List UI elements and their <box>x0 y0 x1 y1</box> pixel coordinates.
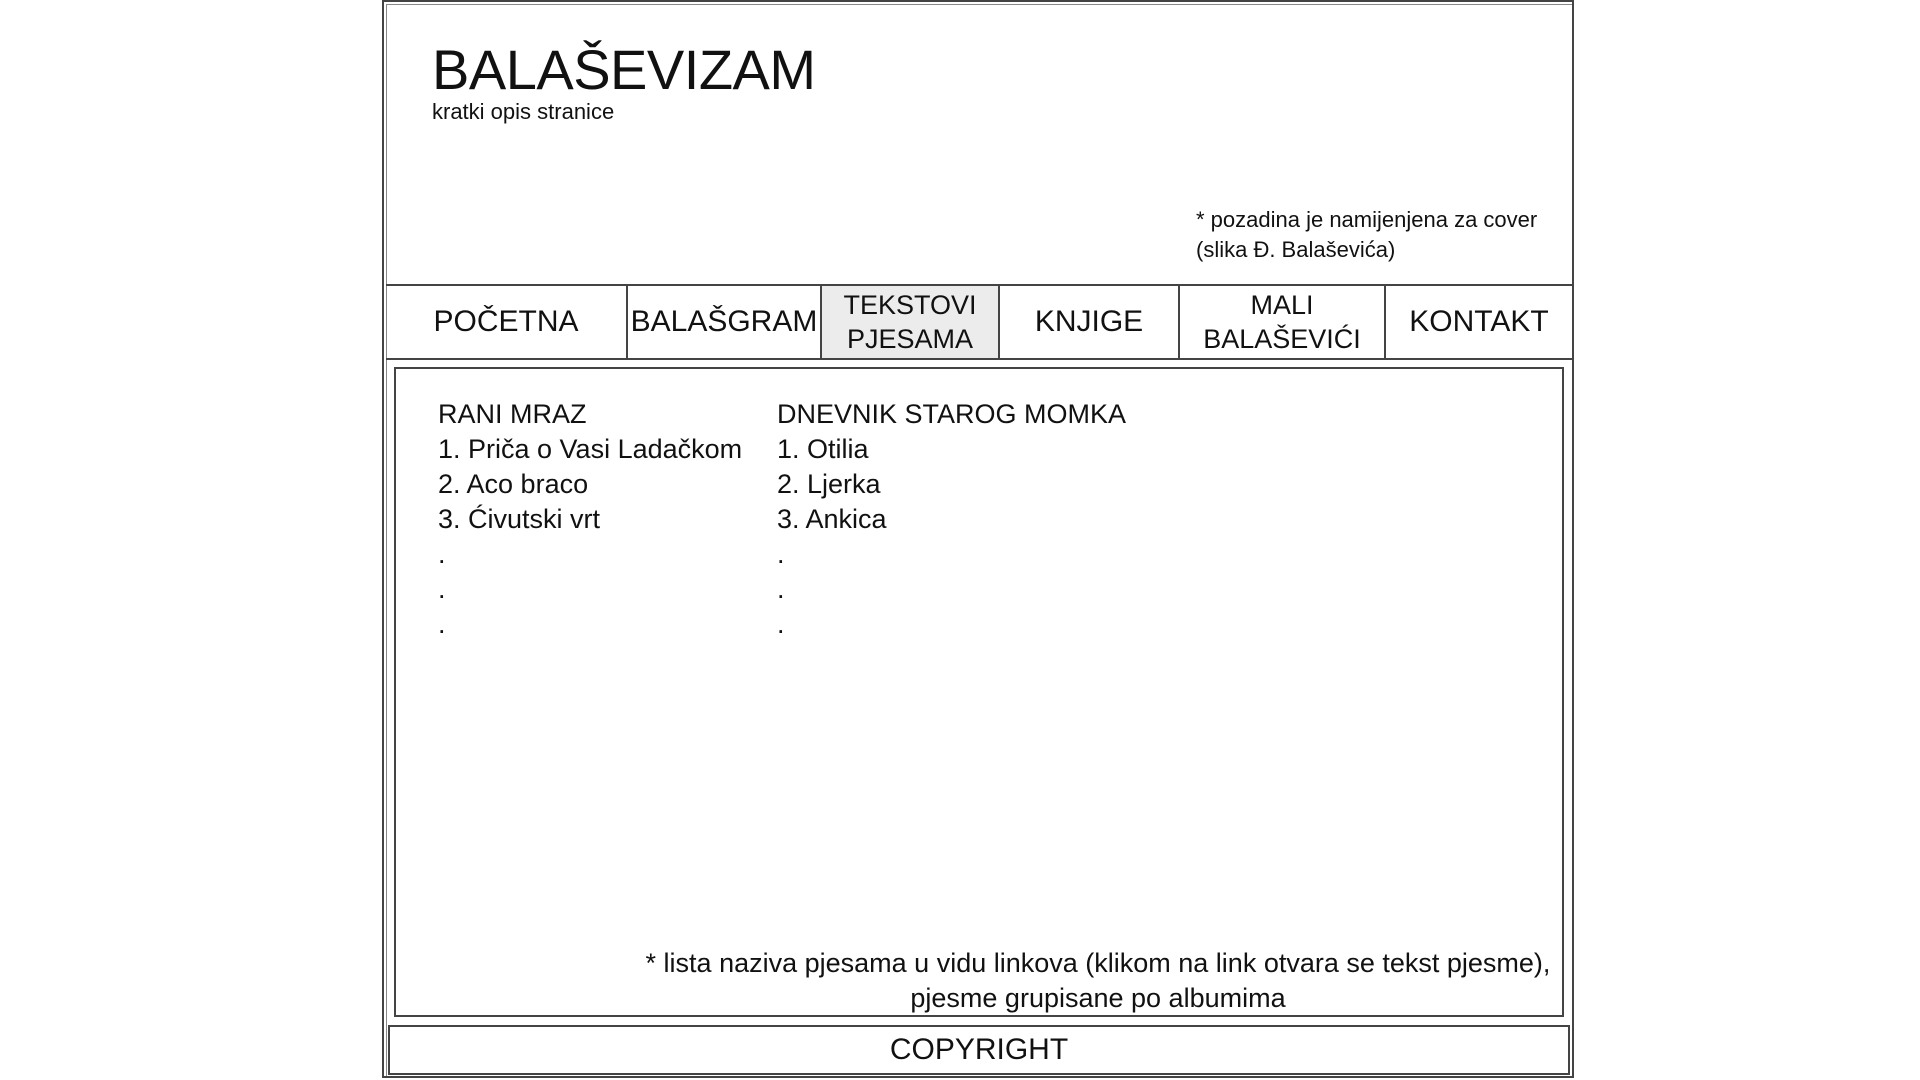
ellipsis-dot: . <box>777 539 785 569</box>
header-cover: BALAŠEVIZAM kratki opis stranice * pozad… <box>384 2 1572 284</box>
album-title: DNEVNIK STAROG MOMKA <box>777 399 1127 429</box>
song-list-note: * lista naziva pjesama u vidu linkova (k… <box>638 946 1558 1016</box>
song-list-note-line: pjesme grupisane po albumima <box>910 983 1286 1013</box>
album-group: RANI MRAZ 1. Priča o Vasi Ladačkom 2. Ac… <box>438 397 742 642</box>
ellipsis-dot: . <box>777 574 785 604</box>
album-group: DNEVNIK STAROG MOMKA 1. Otilia 2. Ljerka… <box>777 397 1126 642</box>
cover-note-line: (slika Đ. Balaševića) <box>1196 237 1396 262</box>
nav-item-label: POČETNA <box>433 305 579 338</box>
song-list-panel: RANI MRAZ 1. Priča o Vasi Ladačkom 2. Ac… <box>394 367 1564 1017</box>
nav-item-pocetna[interactable]: POČETNA <box>386 286 628 358</box>
song-link[interactable]: 1. Otilia <box>777 432 1126 467</box>
song-list-note-line: * lista naziva pjesama u vidu linkova (k… <box>645 948 1551 978</box>
song-link[interactable]: 1. Priča o Vasi Ladačkom <box>438 432 742 467</box>
ellipsis-dot: . <box>438 609 446 639</box>
copyright-text: COPYRIGHT <box>889 1033 1069 1066</box>
nav-item-label: KONTAKT <box>1409 305 1549 338</box>
cover-note: * pozadina je namijenjena za cover (slik… <box>1196 205 1537 265</box>
site-description: kratki opis stranice <box>432 99 615 124</box>
song-link[interactable]: 3. Ankica <box>777 502 1126 537</box>
nav-item-balasgram[interactable]: BALAŠGRAM <box>628 286 822 358</box>
page-frame: BALAŠEVIZAM kratki opis stranice * pozad… <box>382 0 1574 1078</box>
nav-item-mali-balasevici[interactable]: MALI BALAŠEVIĆI <box>1180 286 1386 358</box>
footer: COPYRIGHT <box>388 1025 1570 1075</box>
cover-note-line: * pozadina je namijenjena za cover <box>1196 207 1538 232</box>
song-link[interactable]: 3. Ćivutski vrt <box>438 502 742 537</box>
nav-item-label: TEKSTOVI <box>843 290 977 320</box>
main-nav: POČETNA BALAŠGRAM TEKSTOVI PJESAMA KNJIG… <box>386 284 1572 360</box>
nav-item-label: PJESAMA <box>846 324 974 354</box>
nav-item-label: BALAŠEVIĆI <box>1203 324 1361 354</box>
nav-item-label: KNJIGE <box>1034 305 1144 338</box>
ellipsis-dot: . <box>438 574 446 604</box>
ellipsis-dot: . <box>777 609 785 639</box>
nav-item-knjige[interactable]: KNJIGE <box>1000 286 1180 358</box>
nav-item-label: BALAŠGRAM <box>630 305 818 338</box>
nav-item-kontakt[interactable]: KONTAKT <box>1386 286 1572 358</box>
more-songs-dots: . . . <box>438 537 742 642</box>
song-link[interactable]: 2. Aco braco <box>438 467 742 502</box>
album-title: RANI MRAZ <box>438 399 587 429</box>
nav-item-tekstovi-pjesama[interactable]: TEKSTOVI PJESAMA <box>822 286 1000 358</box>
more-songs-dots: . . . <box>777 537 1126 642</box>
nav-item-label: MALI <box>1250 290 1314 320</box>
song-link[interactable]: 2. Ljerka <box>777 467 1126 502</box>
site-title[interactable]: BALAŠEVIZAM <box>432 42 816 98</box>
ellipsis-dot: . <box>438 539 446 569</box>
